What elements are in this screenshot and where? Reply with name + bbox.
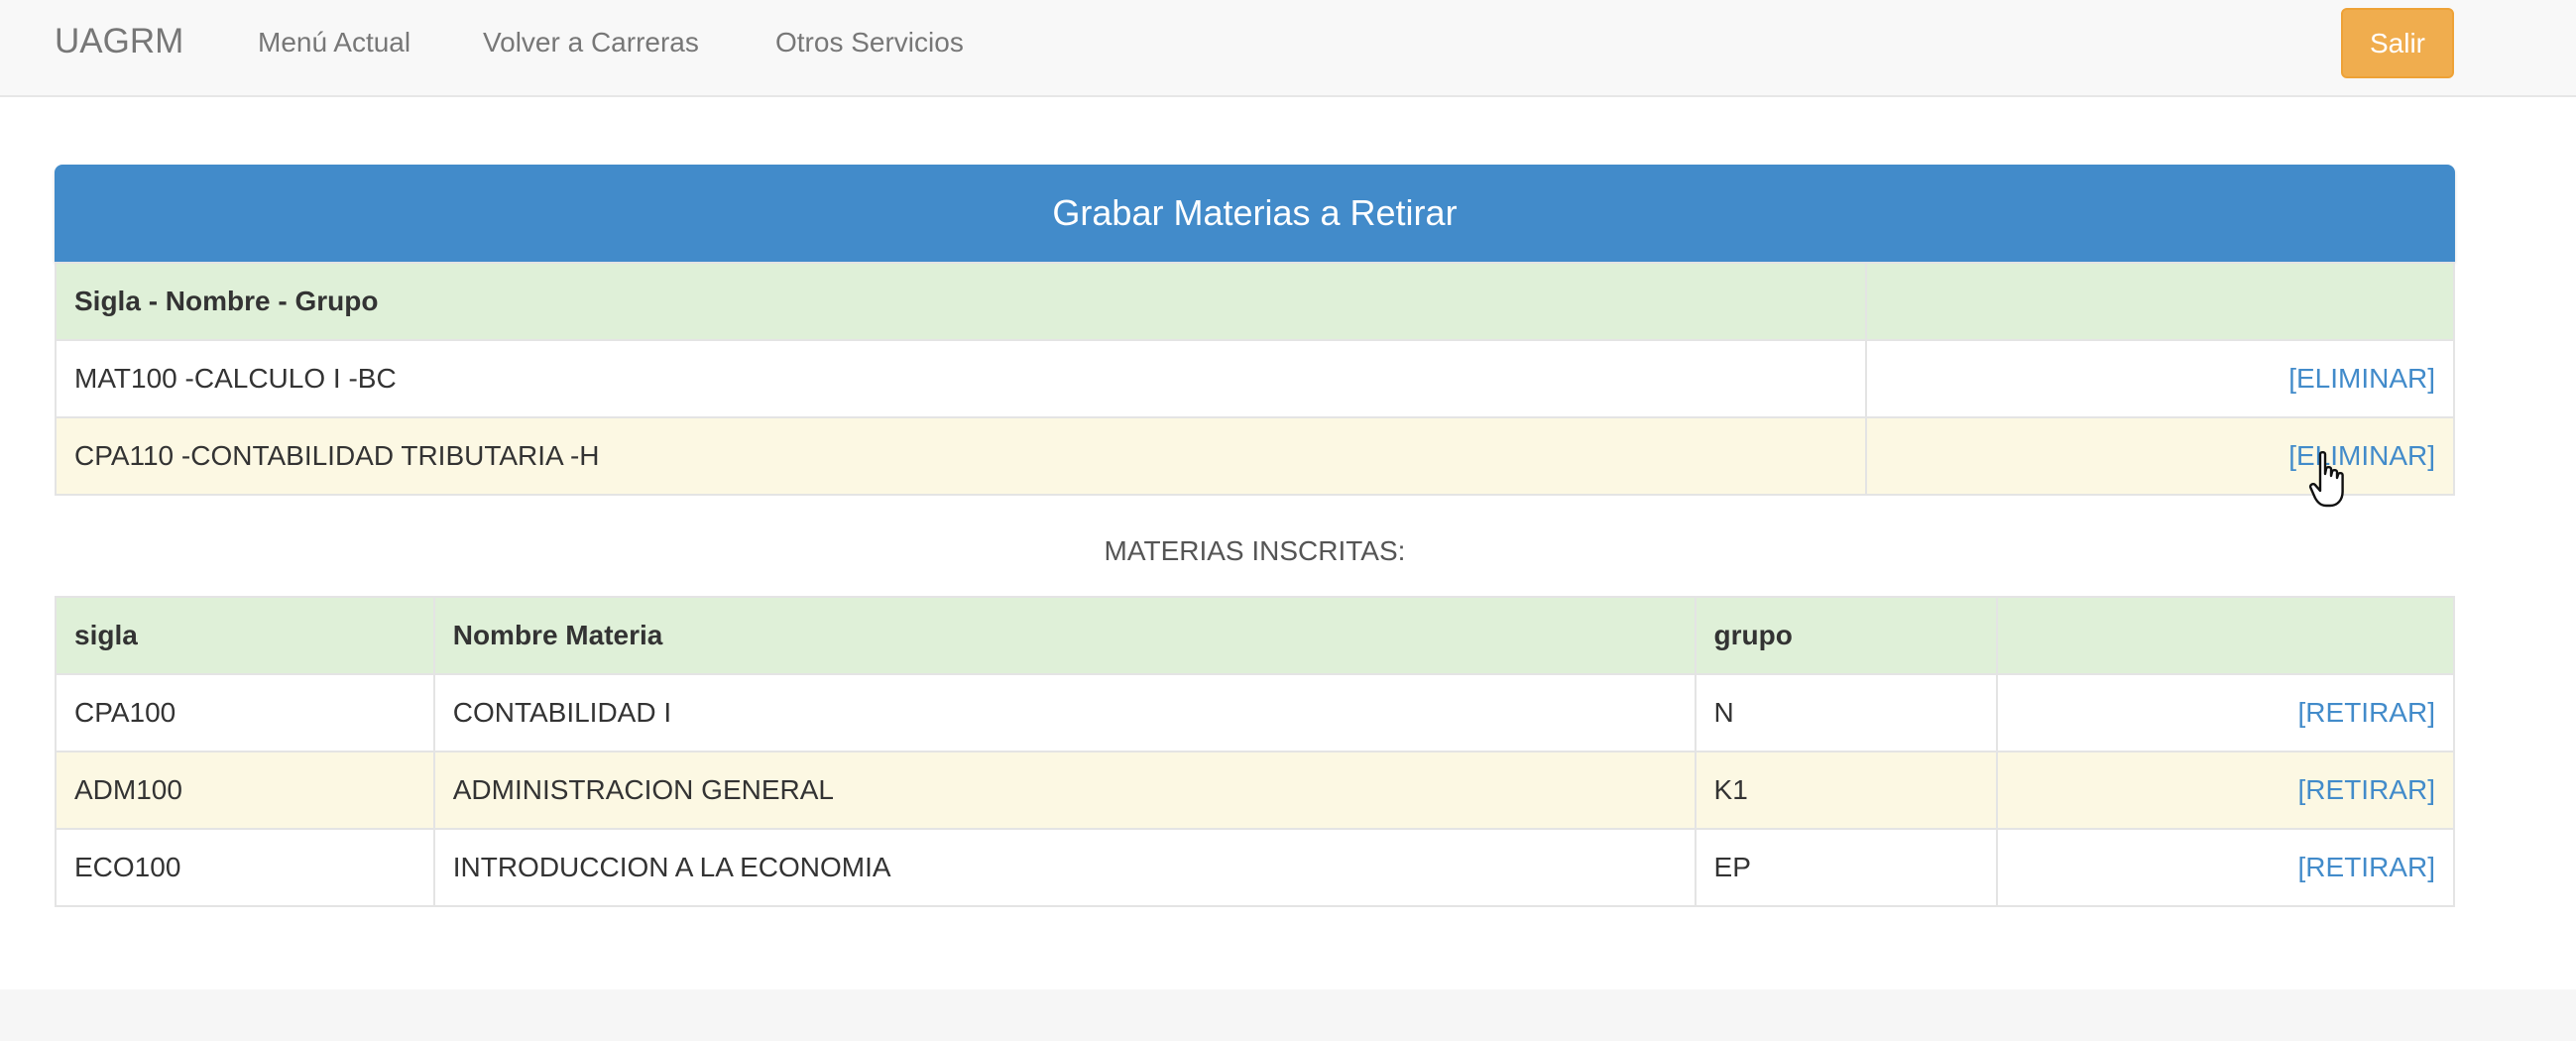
retiro-table: Sigla - Nombre - Grupo MAT100 -CALCULO I… — [54, 262, 2455, 496]
table-header-row: sigla Nombre Materia grupo — [55, 596, 2455, 675]
column-header-action — [1996, 596, 2455, 675]
nombre-cell: INTRODUCCION A LA ECONOMIA — [432, 828, 1697, 907]
grupo-cell: EP — [1694, 828, 1999, 907]
table-row: CPA100 CONTABILIDAD I N [RETIRAR] — [55, 673, 2455, 752]
table-row: MAT100 -CALCULO I -BC [ELIMINAR] — [54, 339, 2455, 418]
column-header-nombre-materia: Nombre Materia — [432, 596, 1697, 675]
column-header-sigla-nombre-grupo: Sigla - Nombre - Grupo — [54, 262, 1868, 341]
nav-menu-actual[interactable]: Menú Actual — [258, 25, 410, 60]
nav-volver-carreras[interactable]: Volver a Carreras — [483, 25, 699, 60]
nombre-cell: CONTABILIDAD I — [432, 673, 1697, 752]
grupo-cell: K1 — [1694, 751, 1999, 830]
retirar-link[interactable]: [RETIRAR] — [2298, 697, 2435, 728]
hand-pointer-icon — [2308, 451, 2344, 508]
table-row: ADM100 ADMINISTRACION GENERAL K1 [RETIRA… — [55, 751, 2455, 830]
materia-cell: MAT100 -CALCULO I -BC — [54, 339, 1868, 418]
top-navbar: UAGRM Menú Actual Volver a Carreras Otro… — [0, 0, 2576, 97]
footer-band — [0, 989, 2576, 1041]
eliminar-link[interactable]: [ELIMINAR] — [2288, 363, 2435, 394]
grupo-cell: N — [1694, 673, 1999, 752]
panel-title: Grabar Materias a Retirar — [55, 165, 2455, 262]
table-row: ECO100 INTRODUCCION A LA ECONOMIA EP [RE… — [55, 828, 2455, 907]
table-row: CPA110 -CONTABILIDAD TRIBUTARIA -H [ELIM… — [54, 416, 2455, 496]
brand-logo[interactable]: UAGRM — [55, 22, 183, 61]
retirar-link[interactable]: [RETIRAR] — [2298, 852, 2435, 882]
nav-otros-servicios[interactable]: Otros Servicios — [775, 25, 964, 60]
column-header-sigla: sigla — [55, 596, 435, 675]
materias-inscritas-title: MATERIAS INSCRITAS: — [1104, 535, 1406, 566]
retirar-link[interactable]: [RETIRAR] — [2298, 774, 2435, 805]
column-header-action — [1865, 262, 2455, 341]
column-header-grupo: grupo — [1694, 596, 1999, 675]
materia-cell: CPA110 -CONTABILIDAD TRIBUTARIA -H — [54, 416, 1868, 496]
nombre-cell: ADMINISTRACION GENERAL — [432, 751, 1697, 830]
inscritas-table: sigla Nombre Materia grupo CPA100 CONTAB… — [55, 596, 2455, 907]
logout-button[interactable]: Salir — [2341, 8, 2454, 78]
sigla-cell: CPA100 — [55, 673, 435, 752]
sigla-cell: ECO100 — [55, 828, 435, 907]
sigla-cell: ADM100 — [55, 751, 435, 830]
table-header-row: Sigla - Nombre - Grupo — [54, 262, 2455, 341]
